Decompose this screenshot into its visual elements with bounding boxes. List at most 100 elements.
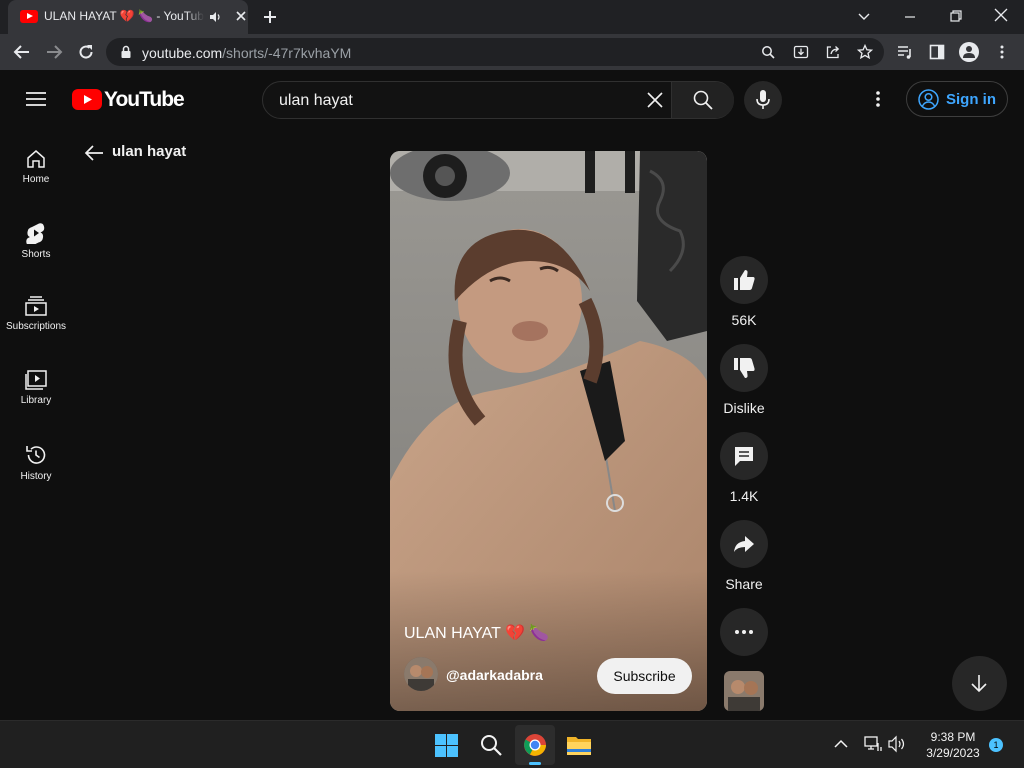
arrow-down-icon <box>971 675 987 693</box>
search-box[interactable]: ulan hayat <box>262 81 734 119</box>
thumbs-up-icon <box>734 270 755 290</box>
share-action: Share <box>720 520 768 592</box>
sidebar-item-home[interactable]: Home <box>0 149 72 213</box>
browser-tab[interactable]: ULAN HAYAT 💔 🍆 - YouTube <box>8 0 248 34</box>
side-panel-icon[interactable] <box>929 44 945 60</box>
lock-icon[interactable] <box>120 45 132 59</box>
channel-avatar[interactable] <box>404 657 438 691</box>
youtube-favicon-icon <box>20 10 38 23</box>
tab-search-chevron-icon[interactable] <box>857 10 871 24</box>
forward-icon[interactable] <box>45 44 63 60</box>
new-tab-icon[interactable] <box>262 9 278 25</box>
active-app-indicator <box>529 762 541 765</box>
person-icon <box>963 46 975 58</box>
share-arrow-icon <box>734 536 754 552</box>
browser-menu-icon[interactable] <box>996 44 1008 60</box>
next-video-button[interactable] <box>952 656 1007 711</box>
account-icon <box>918 89 939 110</box>
search-icon <box>693 90 713 110</box>
profile-avatar[interactable] <box>959 42 979 62</box>
comment-count: 1.4K <box>729 488 759 504</box>
youtube-logo[interactable]: YouTube <box>72 88 185 112</box>
media-queue-icon[interactable] <box>897 44 913 60</box>
volume-icon[interactable] <box>888 735 906 753</box>
address-bar[interactable]: youtube.com/shorts/-47r7kvhaYM <box>106 38 884 66</box>
taskbar-search-icon[interactable] <box>480 734 502 756</box>
logo-text: YouTube <box>104 88 185 111</box>
clear-search-icon[interactable] <box>647 92 663 108</box>
comments-button[interactable] <box>720 432 768 480</box>
restore-icon[interactable] <box>949 9 963 23</box>
youtube-logo-icon <box>72 89 102 110</box>
search-button[interactable] <box>672 82 734 118</box>
share-page-icon[interactable] <box>825 44 841 60</box>
arrow-left-icon <box>84 145 103 161</box>
subscribe-button[interactable]: Subscribe <box>597 658 692 694</box>
short-title[interactable]: ULAN HAYAT 💔 🍆 <box>404 623 549 643</box>
sidebar-item-library[interactable]: Library <box>0 370 72 434</box>
browser-tab-strip: ULAN HAYAT 💔 🍆 - YouTube <box>0 0 1024 34</box>
dislike-action: Dislike <box>720 344 768 416</box>
voice-search-button[interactable] <box>744 81 782 119</box>
sound-thumbnail-image <box>724 671 764 711</box>
sidebar-item-label: History <box>20 471 52 482</box>
minimize-icon[interactable] <box>903 10 917 24</box>
sound-thumbnail[interactable] <box>724 671 764 711</box>
install-app-icon[interactable] <box>793 44 809 60</box>
sign-in-button[interactable]: Sign in <box>906 81 1008 117</box>
show-hidden-icons-chevron-icon[interactable] <box>834 738 848 750</box>
windows-start-icon[interactable] <box>435 734 458 757</box>
sidebar-item-subscriptions[interactable]: Subscriptions <box>0 296 72 360</box>
search-input[interactable]: ulan hayat <box>279 92 353 110</box>
back-to-results[interactable]: ulan hayat <box>84 142 204 164</box>
clock-time: 9:38 PM <box>930 730 976 744</box>
notification-badge[interactable]: 1 <box>989 738 1003 752</box>
home-icon <box>27 150 45 168</box>
microphone-icon <box>756 90 770 109</box>
chrome-icon <box>524 734 546 756</box>
more-action <box>720 608 768 656</box>
dislike-label: Dislike <box>723 400 765 416</box>
comment-icon <box>735 447 753 466</box>
like-button[interactable] <box>720 256 768 304</box>
youtube-page: YouTube ulan hayat Sign in Home Shorts S… <box>0 70 1024 720</box>
close-tab-icon[interactable] <box>234 9 248 23</box>
browser-toolbar: youtube.com/shorts/-47r7kvhaYM <box>0 34 1024 70</box>
speaker-icon[interactable] <box>208 10 222 24</box>
file-explorer-icon[interactable] <box>566 734 592 756</box>
taskbar-chrome-button[interactable] <box>515 725 555 765</box>
channel-handle[interactable]: @adarkadabra <box>446 667 543 683</box>
network-icon[interactable] <box>864 735 882 753</box>
shorts-icon <box>26 223 45 244</box>
system-clock[interactable]: 9:38 PM 3/29/2023 <box>918 729 988 761</box>
more-settings-icon[interactable] <box>874 90 882 108</box>
library-icon <box>25 370 47 390</box>
bookmark-star-icon[interactable] <box>857 44 873 60</box>
sidebar-item-shorts[interactable]: Shorts <box>0 222 72 286</box>
url-text: youtube.com/shorts/-47r7kvhaYM <box>142 45 351 61</box>
sign-in-label: Sign in <box>946 91 996 108</box>
url-path: /shorts/-47r7kvhaYM <box>222 45 352 61</box>
more-horizontal-icon <box>735 630 753 634</box>
sidebar-item-label: Shorts <box>21 249 51 260</box>
url-domain: youtube.com <box>142 45 223 61</box>
like-count: 56K <box>731 312 757 328</box>
back-label: ulan hayat <box>112 143 187 160</box>
close-window-icon[interactable] <box>994 8 1008 22</box>
share-button[interactable] <box>720 520 768 568</box>
back-icon[interactable] <box>13 44 31 60</box>
sidebar-item-history[interactable]: History <box>0 444 72 508</box>
shorts-video-player[interactable]: ULAN HAYAT 💔 🍆 @adarkadabra Subscribe <box>390 151 707 711</box>
more-options-button[interactable] <box>720 608 768 656</box>
dislike-button[interactable] <box>720 344 768 392</box>
tab-title: ULAN HAYAT 💔 🍆 - YouTube <box>44 9 204 23</box>
windows-taskbar: 9:38 PM 3/29/2023 1 <box>0 720 1024 768</box>
zoom-search-icon[interactable] <box>761 45 775 59</box>
sidebar-item-label: Subscriptions <box>5 321 67 332</box>
sidebar-item-label: Home <box>22 174 50 185</box>
like-action: 56K <box>720 256 768 328</box>
reload-icon[interactable] <box>77 43 95 61</box>
subscriptions-icon <box>25 296 47 316</box>
hamburger-menu-icon[interactable] <box>26 91 46 107</box>
comments-action: 1.4K <box>720 432 768 504</box>
